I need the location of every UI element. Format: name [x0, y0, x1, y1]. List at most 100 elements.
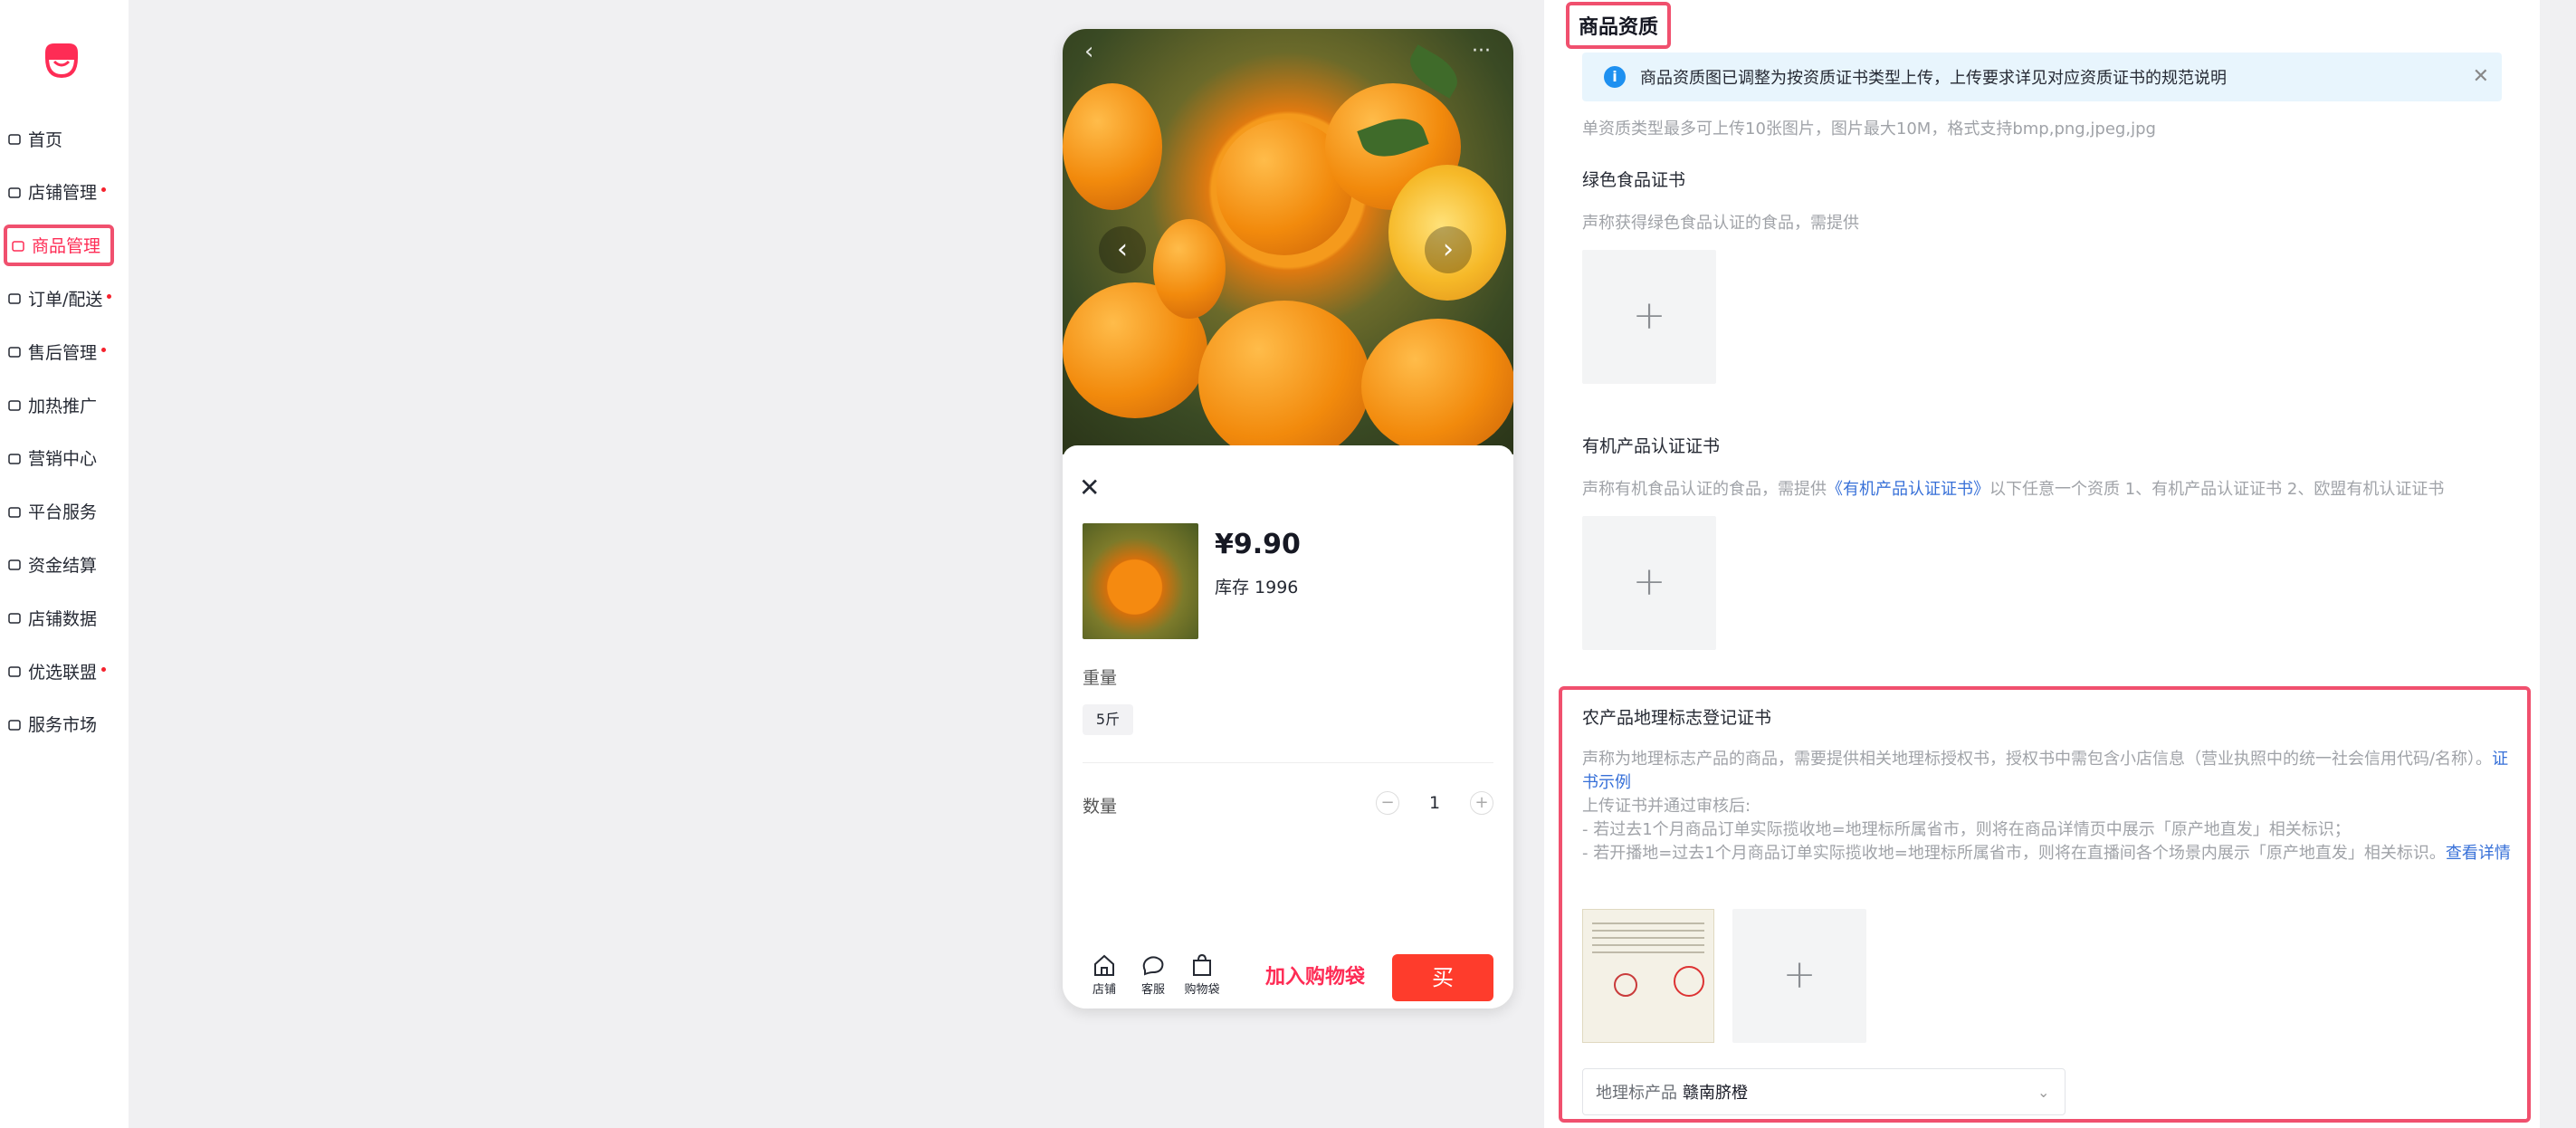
sidebar-item-label: 营销中心: [28, 449, 98, 470]
bag-button[interactable]: 购物袋: [1184, 952, 1220, 997]
sidebar-item-label: 商品管理: [32, 236, 101, 257]
shop-logo-icon[interactable]: [40, 38, 83, 81]
finance-icon: [7, 557, 22, 571]
sidebar-item-label: 服务市场: [28, 715, 98, 736]
promotion-icon: [7, 397, 22, 412]
prev-image-button[interactable]: ‹: [1099, 226, 1146, 273]
alliance-icon: [7, 664, 22, 678]
notice-banner: i 商品资质图已调整为按资质证书类型上传，上传要求详见对应资质证书的规范说明 ✕: [1582, 53, 2502, 101]
geo-product-select[interactable]: 地理标产品 赣南脐橙 ⌄: [1582, 1068, 2066, 1115]
divider: [1083, 762, 1493, 763]
analytics-icon: [7, 610, 22, 625]
green-cert-desc: 声称获得绿色食品认证的食品，需提供: [1582, 214, 1859, 233]
sidebar-item-2[interactable]: 商品管理: [4, 224, 114, 266]
bag-icon: [11, 238, 25, 253]
geo-product-value: 赣南脐橙: [1683, 1084, 1748, 1103]
buy-button[interactable]: 买: [1392, 954, 1493, 1001]
headset-icon: [7, 344, 22, 358]
sidebar-item-label: 优选联盟: [28, 662, 98, 683]
bag-label: 购物袋: [1184, 983, 1220, 997]
sidebar-item-label: 订单/配送: [28, 289, 103, 310]
plus-icon: +: [1632, 559, 1666, 605]
notification-dot: [101, 347, 107, 352]
section-title: 商品资质: [1566, 2, 1672, 49]
qualification-panel: 商品资质 i 商品资质图已调整为按资质证书类型上传，上传要求详见对应资质证书的规…: [1544, 0, 2540, 1128]
uploaded-cert-image[interactable]: [1582, 909, 1714, 1043]
sidebar-item-9[interactable]: 店铺数据: [0, 597, 127, 638]
bottom-action-bar: 店铺 客服 购物袋 加入购物袋 买: [1063, 952, 1513, 1009]
sidebar-item-5[interactable]: 加热推广: [0, 384, 127, 425]
store-label: 店铺: [1092, 983, 1116, 997]
chevron-down-icon: ⌄: [2037, 1083, 2050, 1101]
close-icon[interactable]: ✕: [1079, 473, 1100, 502]
sidebar-item-label: 加热推广: [28, 396, 98, 416]
info-icon: i: [1604, 66, 1626, 88]
sku-sheet: ✕ ¥9.90 库存 1996 重量 5斤 数量 − 1 + 店铺 客服 购物袋: [1063, 445, 1513, 1009]
green-cert-upload-button[interactable]: +: [1582, 250, 1716, 384]
order-icon: [7, 291, 22, 305]
store-icon: [7, 185, 22, 199]
next-image-button[interactable]: ›: [1425, 226, 1472, 273]
sidebar-item-label: 平台服务: [28, 502, 98, 523]
increase-button[interactable]: +: [1470, 791, 1493, 815]
product-photo: ‹ ··· ‹ ›: [1063, 29, 1513, 454]
organic-cert-link[interactable]: 《有机产品认证证书》: [1827, 480, 1989, 499]
price: ¥9.90: [1215, 529, 1301, 560]
organic-desc-pre: 声称有机食品认证的食品，需提供: [1582, 480, 1827, 499]
store-button[interactable]: 店铺: [1086, 952, 1122, 997]
sidebar-item-3[interactable]: 订单/配送: [0, 277, 127, 319]
geo-desc-1: 声称为地理标志产品的商品，需要提供相关地理标授权书，授权书中需包含小店信息（营业…: [1582, 750, 2493, 769]
back-icon[interactable]: ‹: [1084, 38, 1093, 65]
decrease-button[interactable]: −: [1376, 791, 1399, 815]
bag-icon: [1193, 953, 1211, 976]
sidebar-item-label: 首页: [28, 129, 63, 150]
platform-icon: [7, 504, 22, 519]
sidebar-item-4[interactable]: 售后管理: [0, 330, 127, 372]
weight-option[interactable]: 5斤: [1083, 704, 1133, 735]
sidebar-item-label: 资金结算: [28, 555, 98, 576]
geo-cert-upload-button[interactable]: +: [1732, 909, 1866, 1043]
geo-desc-2: 上传证书并通过审核后:: [1582, 797, 1751, 816]
geo-cert-section: 农产品地理标志登记证书 声称为地理标志产品的商品，需要提供相关地理标授权书，授权…: [1559, 686, 2531, 1123]
organic-desc-post: 以下任意一个资质 1、有机产品认证证书 2、欧盟有机认证证书: [1989, 480, 2445, 499]
sidebar-item-7[interactable]: 平台服务: [0, 491, 127, 532]
plus-icon: +: [1632, 292, 1666, 339]
marketing-icon: [7, 451, 22, 465]
add-to-cart-button[interactable]: 加入购物袋: [1253, 954, 1378, 1001]
notice-text: 商品资质图已调整为按资质证书类型上传，上传要求详见对应资质证书的规范说明: [1640, 69, 2227, 88]
upload-hint: 单资质类型最多可上传10张图片，图片最大10M，格式支持bmp,png,jpeg…: [1582, 119, 2156, 139]
quantity-stepper: − 1 +: [1376, 789, 1493, 817]
sidebar-item-1[interactable]: 店铺管理: [0, 171, 127, 213]
sidebar: 首页店铺管理商品管理订单/配送售后管理加热推广营销中心平台服务资金结算店铺数据优…: [0, 0, 129, 1128]
sidebar-item-11[interactable]: 服务市场: [0, 703, 127, 745]
service-label: 客服: [1140, 983, 1165, 997]
organic-cert-upload-button[interactable]: +: [1582, 516, 1716, 650]
sidebar-item-0[interactable]: 首页: [0, 118, 127, 159]
geo-product-label: 地理标产品: [1596, 1084, 1677, 1103]
notification-dot: [101, 187, 107, 193]
close-icon[interactable]: ✕: [2473, 65, 2489, 88]
weight-label: 重量: [1083, 668, 1118, 688]
sidebar-item-label: 店铺管理: [28, 183, 98, 204]
sidebar-item-8[interactable]: 资金结算: [0, 543, 127, 585]
market-icon: [7, 717, 22, 731]
sidebar-item-6[interactable]: 营销中心: [0, 437, 127, 479]
notification-dot: [101, 666, 107, 672]
store-icon: [1094, 954, 1114, 976]
stock-count: 库存 1996: [1215, 578, 1299, 597]
home-icon: [7, 131, 22, 146]
organic-cert-desc: 声称有机食品认证的食品，需提供《有机产品认证证书》以下任意一个资质 1、有机产品…: [1582, 476, 2444, 500]
sidebar-item-label: 售后管理: [28, 342, 98, 363]
product-preview-phone: ‹ ··· ‹ › ✕ ¥9.90 库存 1996 重量 5斤 数量 − 1 +…: [1063, 29, 1513, 1009]
geo-cert-desc: 声称为地理标志产品的商品，需要提供相关地理标授权书，授权书中需包含小店信息（营业…: [1582, 748, 2524, 865]
quantity-label: 数量: [1083, 797, 1118, 817]
notification-dot: [107, 293, 112, 299]
more-icon[interactable]: ···: [1472, 40, 1491, 62]
view-details-link[interactable]: 查看详情: [2446, 844, 2511, 863]
sidebar-item-10[interactable]: 优选联盟: [0, 650, 127, 692]
sku-thumbnail: [1083, 523, 1198, 639]
chat-icon: [1142, 956, 1164, 976]
service-button[interactable]: 客服: [1135, 952, 1171, 997]
quantity-value: 1: [1428, 793, 1441, 813]
geo-desc-4: - 若开播地=过去1个月商品订单实际揽收地=地理标所属省市，则将在直播间各个场景…: [1582, 844, 2446, 863]
